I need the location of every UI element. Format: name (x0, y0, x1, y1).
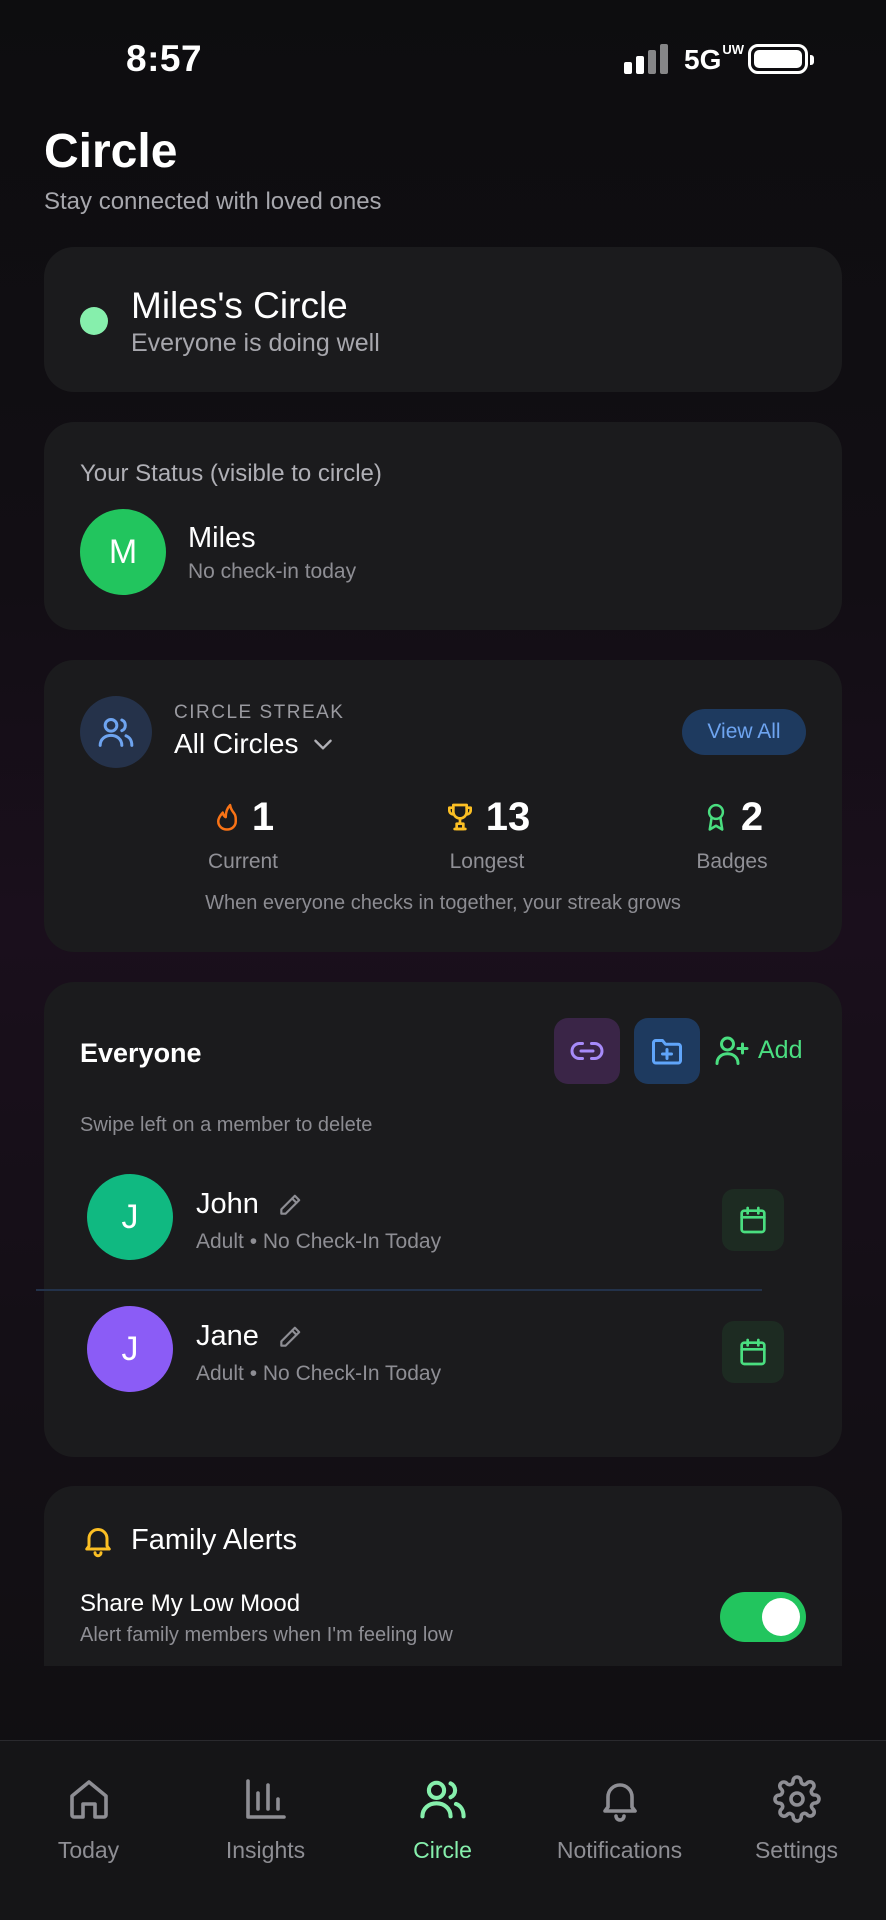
streak-note: When everyone checks in together, your s… (205, 892, 681, 914)
circle-selector[interactable]: All Circles (174, 728, 336, 760)
bell-icon (85, 1528, 111, 1558)
stat-value: 13 (485, 794, 531, 839)
avatar: M (80, 509, 166, 595)
badge-icon (707, 803, 724, 831)
member-name: John (196, 1188, 259, 1220)
tab-label: Insights (225, 1837, 306, 1863)
stat-current: 1 Current (153, 792, 333, 874)
signal-icon (624, 44, 670, 74)
user-name: Miles (188, 522, 256, 554)
link-icon (570, 1042, 604, 1060)
tab-label: Notifications (556, 1837, 683, 1863)
pencil-icon[interactable] (277, 1192, 303, 1218)
tab-today[interactable]: Today (0, 1771, 177, 1864)
toggle-description: Alert family members when I'm feeling lo… (80, 1624, 453, 1646)
view-all-button[interactable]: View All (682, 709, 806, 755)
chevron-down-icon (314, 739, 333, 750)
tab-label: Settings (754, 1837, 839, 1863)
tab-notifications[interactable]: Notifications (531, 1771, 708, 1864)
calendar-icon (740, 1206, 766, 1234)
stat-badges: 2 Badges (642, 792, 822, 874)
new-group-button[interactable] (634, 1018, 700, 1084)
trophy-icon (447, 803, 472, 831)
stat-value: 2 (740, 794, 764, 839)
checkin-calendar-button[interactable] (722, 1189, 784, 1251)
avatar: J (87, 1306, 173, 1392)
family-alerts-card: Family Alerts Share My Low Mood Alert fa… (44, 1486, 842, 1666)
calendar-icon (740, 1338, 766, 1366)
stat-label: Badges (696, 850, 768, 873)
bottom-tab-bar: Today Insights Circle Notifications Sett… (0, 1740, 886, 1920)
stat-label: Current (207, 850, 279, 873)
circle-status: Everyone is doing well (131, 329, 380, 357)
bell-icon (602, 1783, 637, 1822)
tab-insights[interactable]: Insights (177, 1771, 354, 1864)
network-indicator: 5GUW (684, 42, 745, 75)
streak-label: CIRCLE STREAK (174, 702, 345, 723)
circle-streak-card: CIRCLE STREAK All Circles View All 1 Cur… (44, 660, 842, 952)
section-title: Family Alerts (131, 1524, 297, 1556)
swipe-hint: Swipe left on a member to delete (80, 1114, 373, 1136)
stat-longest: 13 Longest (397, 792, 577, 874)
flame-icon (216, 803, 237, 831)
tab-label: Circle (413, 1837, 472, 1863)
tab-circle[interactable]: Circle (354, 1771, 531, 1864)
folder-plus-icon (652, 1039, 682, 1065)
status-bar: 8:57 5GUW (0, 0, 886, 100)
member-subtitle: Adult • No Check-In Today (196, 1362, 442, 1385)
users-icon (419, 1780, 466, 1819)
circle-summary-card[interactable]: Miles's Circle Everyone is doing well (44, 247, 842, 392)
tab-settings[interactable]: Settings (708, 1771, 885, 1864)
section-title: Everyone (80, 1038, 202, 1068)
toggle-label: Share My Low Mood (80, 1590, 301, 1617)
circle-name: Miles's Circle (131, 285, 348, 326)
stat-value: 1 (251, 794, 275, 839)
member-name-row: John (196, 1188, 303, 1221)
member-divider (36, 1289, 762, 1291)
home-icon (69, 1780, 108, 1819)
list-item[interactable]: J Jane Adult • No Check-In Today (80, 1284, 806, 1414)
gear-icon (772, 1775, 821, 1823)
status-dot (80, 307, 108, 335)
battery-icon (748, 44, 814, 74)
member-name-row: Jane (196, 1320, 303, 1353)
tab-label: Today (57, 1837, 120, 1863)
list-item[interactable]: J John Adult • No Check-In Today (80, 1152, 806, 1282)
everyone-card: Everyone Add Swipe left on a member to d… (44, 982, 842, 1457)
bar-chart-icon (245, 1779, 286, 1819)
toggle-knob (762, 1598, 800, 1636)
checkin-calendar-button[interactable] (722, 1321, 784, 1383)
clock: 8:57 (126, 38, 203, 79)
your-status-label: Your Status (visible to circle) (80, 460, 382, 487)
share-low-mood-toggle[interactable] (720, 1592, 806, 1642)
invite-link-button[interactable] (554, 1018, 620, 1084)
users-icon (80, 696, 152, 768)
stat-label: Longest (449, 850, 525, 873)
avatar: J (87, 1174, 173, 1260)
page-subtitle: Stay connected with loved ones (44, 188, 382, 215)
page-title: Circle (44, 125, 178, 178)
your-status-card[interactable]: Your Status (visible to circle) M Miles … (44, 422, 842, 630)
add-member-button[interactable]: Add (714, 1032, 802, 1068)
pencil-icon[interactable] (277, 1324, 303, 1350)
user-plus-icon (715, 1036, 749, 1065)
circle-selector-value: All Circles (174, 728, 299, 759)
member-subtitle: Adult • No Check-In Today (196, 1230, 442, 1253)
member-name: Jane (196, 1320, 259, 1352)
add-label: Add (758, 1035, 803, 1064)
user-checkin-status: No check-in today (188, 560, 357, 583)
